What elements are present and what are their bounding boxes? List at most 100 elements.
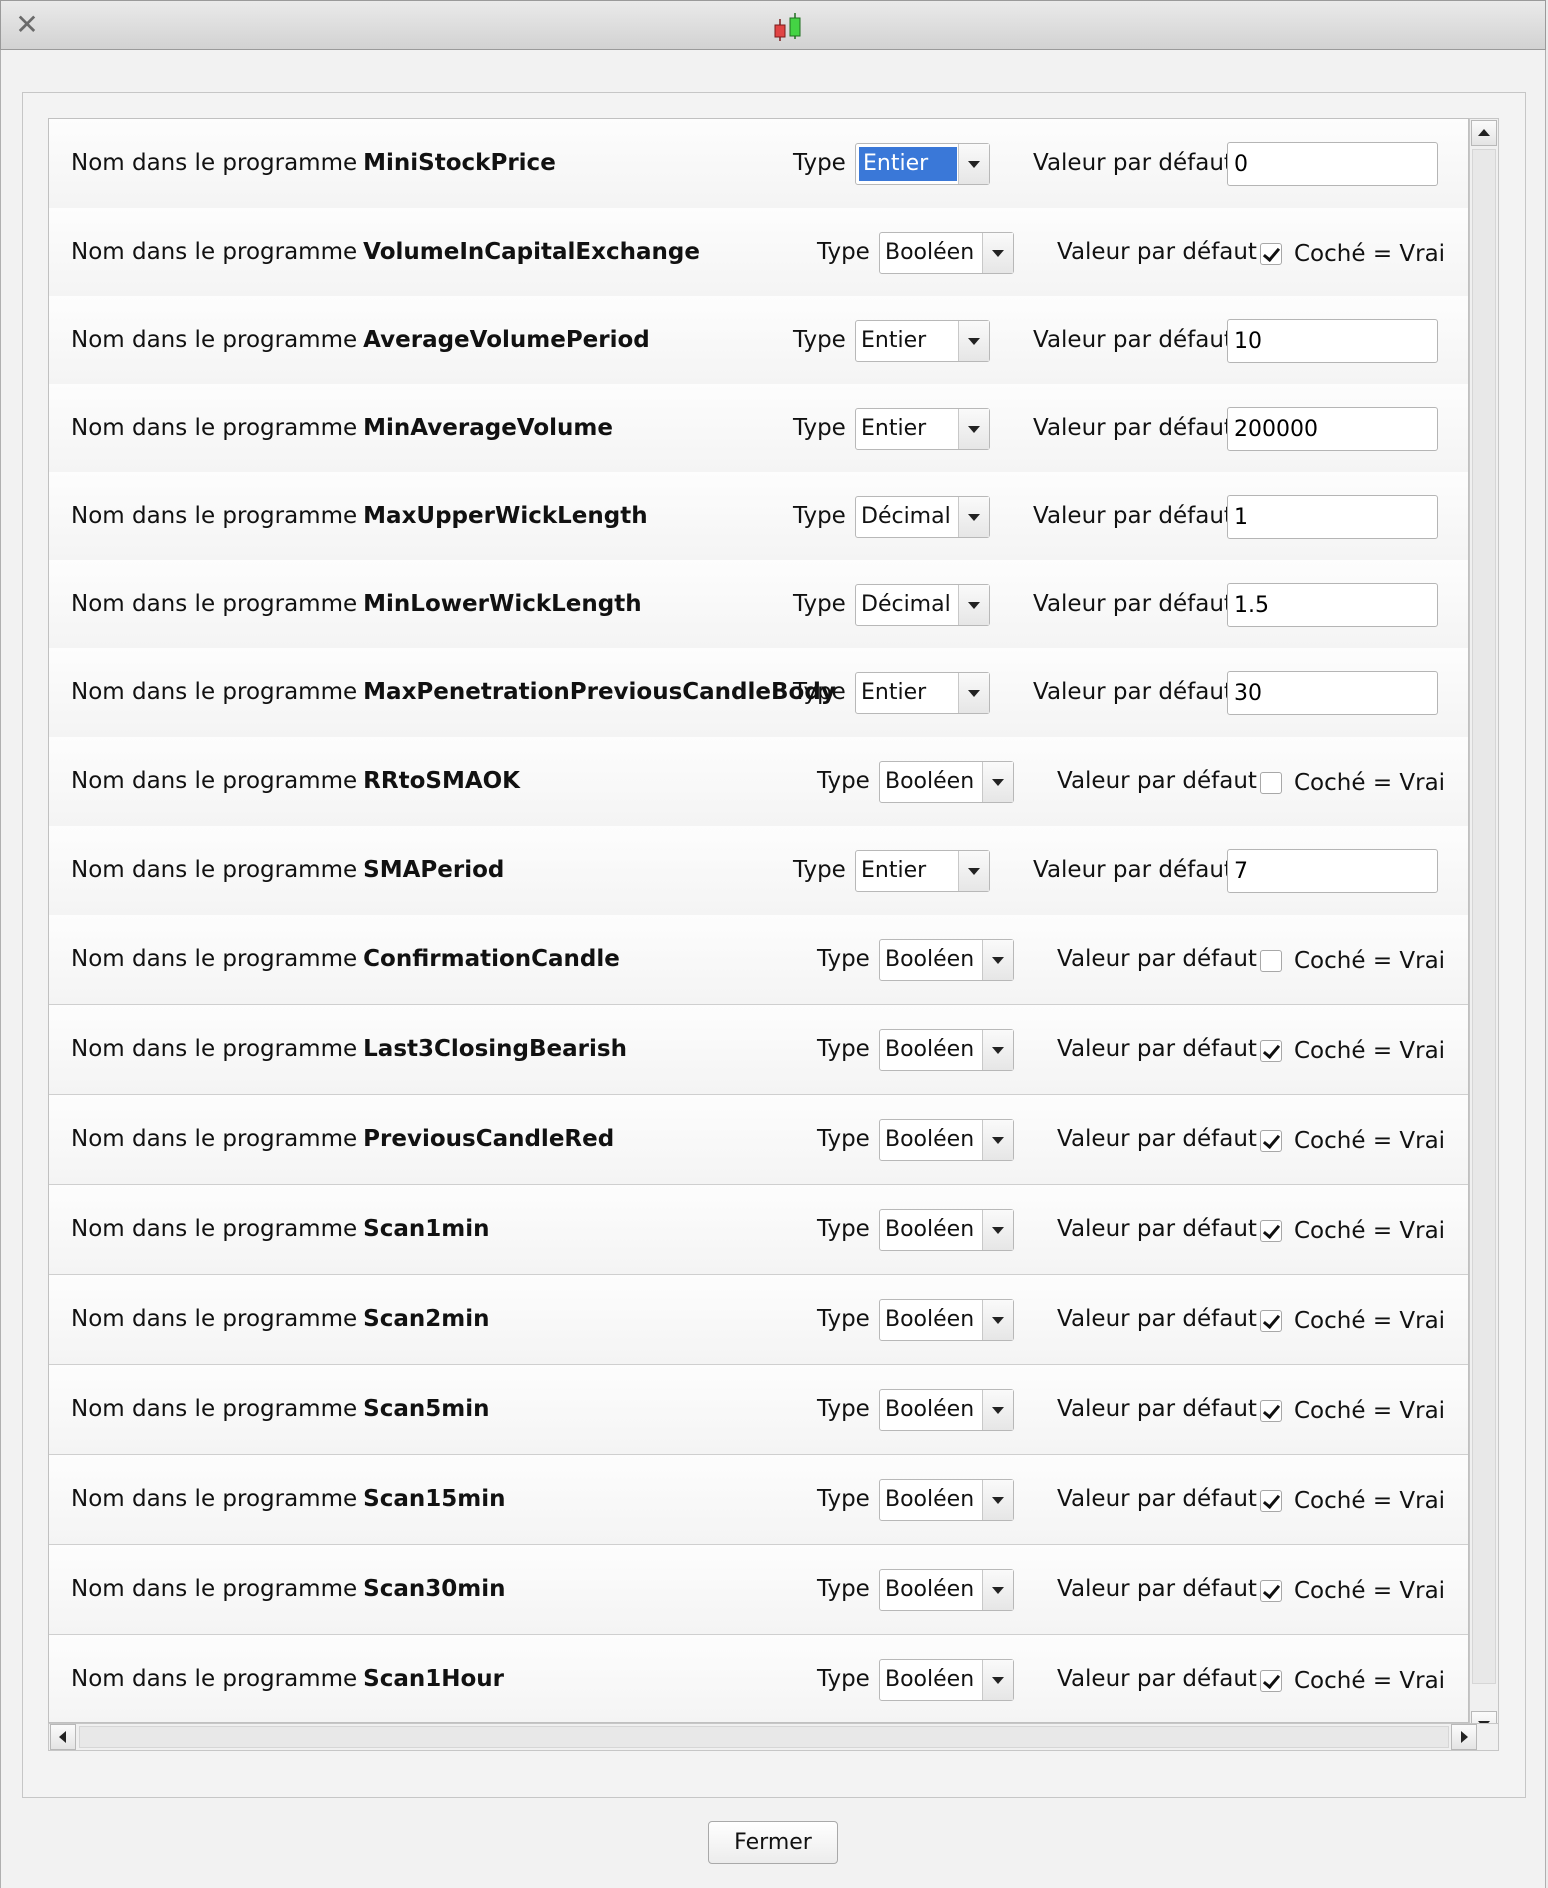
parameter-name-label: Nom dans le programme VolumeInCapitalExch…	[71, 208, 700, 296]
type-select[interactable]: Booléen	[879, 1209, 1014, 1251]
type-select[interactable]: Décimal	[855, 584, 990, 626]
type-select-value: Booléen	[885, 1127, 975, 1152]
type-select[interactable]: Entier	[855, 672, 990, 714]
type-select[interactable]: Entier	[855, 320, 990, 362]
default-value-checkbox[interactable]	[1260, 1220, 1282, 1242]
name-prefix: Nom dans le programme	[71, 1396, 358, 1422]
type-select-value: Booléen	[885, 1667, 975, 1692]
parameter-name-label: Nom dans le programme MiniStockPrice	[71, 119, 556, 207]
type-select[interactable]: Booléen	[879, 939, 1014, 981]
chevron-down-icon[interactable]	[958, 144, 989, 184]
default-value-checkbox[interactable]	[1260, 1130, 1282, 1152]
type-select[interactable]: Booléen	[879, 1569, 1014, 1611]
type-select[interactable]: Booléen	[879, 1029, 1014, 1071]
chevron-down-icon[interactable]	[958, 673, 989, 713]
type-select[interactable]: Entier	[855, 143, 990, 185]
type-select[interactable]: Booléen	[879, 232, 1014, 274]
chevron-down-icon[interactable]	[982, 940, 1013, 980]
type-label: Type	[793, 327, 846, 353]
chevron-down-icon[interactable]	[982, 1480, 1013, 1520]
chevron-down-icon[interactable]	[982, 1120, 1013, 1160]
default-value-input[interactable]	[1227, 319, 1438, 363]
type-select[interactable]: Entier	[855, 850, 990, 892]
type-select-value: Booléen	[885, 769, 975, 794]
checkbox-label: Coché = Vrai	[1294, 1308, 1446, 1334]
chevron-down-icon[interactable]	[982, 1210, 1013, 1250]
parameter-name: MaxPenetrationPreviousCandleBody	[363, 679, 836, 705]
type-select[interactable]: Booléen	[879, 1659, 1014, 1701]
parameter-row: Nom dans le programme Scan30min Type Boolée…	[49, 1545, 1468, 1635]
vertical-scrollbar[interactable]	[1469, 118, 1499, 1738]
chevron-down-icon[interactable]	[958, 497, 989, 537]
default-value-input[interactable]	[1227, 671, 1438, 715]
parameter-row: Nom dans le programme MinAverageVolume Typ…	[49, 384, 1468, 474]
type-select[interactable]: Booléen	[879, 1119, 1014, 1161]
parameter-name: RRtoSMAOK	[363, 768, 521, 794]
scroll-right-button[interactable]	[1451, 1724, 1477, 1750]
default-value-label: Valeur par défaut	[1033, 857, 1233, 883]
default-value-checkbox[interactable]	[1260, 1040, 1282, 1062]
default-value-input[interactable]	[1227, 407, 1438, 451]
default-value-checkbox[interactable]	[1260, 1400, 1282, 1422]
default-value-input[interactable]	[1227, 849, 1438, 893]
parameter-name-label: Nom dans le programme MinAverageVolume	[71, 384, 613, 472]
default-value-checkbox[interactable]	[1260, 772, 1282, 794]
chevron-down-icon[interactable]	[958, 409, 989, 449]
parameter-name: ConfirmationCandle	[363, 946, 620, 972]
chevron-down-icon[interactable]	[958, 851, 989, 891]
parameter-name: AverageVolumePeriod	[363, 327, 650, 353]
parameter-name: MaxUpperWickLength	[363, 503, 648, 529]
type-select[interactable]: Booléen	[879, 761, 1014, 803]
chevron-down-icon[interactable]	[982, 1300, 1013, 1340]
parameter-name: PreviousCandleRed	[363, 1126, 615, 1152]
default-value-checkbox[interactable]	[1260, 1670, 1282, 1692]
type-select[interactable]: Booléen	[879, 1479, 1014, 1521]
type-select[interactable]: Booléen	[879, 1389, 1014, 1431]
scroll-left-button[interactable]	[50, 1724, 76, 1750]
chevron-down-icon[interactable]	[982, 1030, 1013, 1070]
checkbox-label: Coché = Vrai	[1294, 1038, 1446, 1064]
parameter-name: Scan30min	[363, 1576, 506, 1602]
default-value-input[interactable]	[1227, 583, 1438, 627]
chevron-down-icon[interactable]	[982, 233, 1013, 273]
type-select-value: Booléen	[885, 1487, 975, 1512]
chevron-down-icon[interactable]	[982, 1660, 1013, 1700]
close-button[interactable]: Fermer	[708, 1821, 838, 1864]
default-value-checkbox[interactable]	[1260, 950, 1282, 972]
close-icon[interactable]: ✕	[13, 11, 41, 39]
default-value-input[interactable]	[1227, 495, 1438, 539]
chevron-down-icon[interactable]	[982, 762, 1013, 802]
parameter-name-label: Nom dans le programme Scan30min	[71, 1545, 505, 1633]
type-select[interactable]: Booléen	[879, 1299, 1014, 1341]
checkbox-label: Coché = Vrai	[1294, 1668, 1446, 1694]
horizontal-scroll-thumb[interactable]	[79, 1726, 1449, 1748]
chevron-down-icon[interactable]	[982, 1570, 1013, 1610]
scroll-up-button[interactable]	[1471, 120, 1497, 146]
default-value-checkbox[interactable]	[1260, 1310, 1282, 1332]
chevron-down-icon[interactable]	[958, 321, 989, 361]
parameter-name: MiniStockPrice	[363, 150, 556, 176]
vertical-scroll-thumb[interactable]	[1472, 149, 1496, 1684]
type-select-value: Booléen	[885, 1307, 975, 1332]
default-value-label: Valeur par défaut	[1057, 946, 1257, 972]
default-value-checkbox[interactable]	[1260, 243, 1282, 265]
parameter-name-label: Nom dans le programme PreviousCandleRed	[71, 1095, 614, 1183]
default-value-input[interactable]	[1227, 142, 1438, 186]
type-select-value: Booléen	[885, 947, 975, 972]
type-label: Type	[817, 239, 870, 265]
default-value-label: Valeur par défaut	[1057, 768, 1257, 794]
type-select-value: Entier	[861, 328, 927, 353]
type-select[interactable]: Décimal	[855, 496, 990, 538]
type-select[interactable]: Entier	[855, 408, 990, 450]
chevron-down-icon[interactable]	[958, 585, 989, 625]
checkbox-label: Coché = Vrai	[1294, 948, 1446, 974]
default-value-checkbox[interactable]	[1260, 1580, 1282, 1602]
chevron-down-icon[interactable]	[982, 1390, 1013, 1430]
default-value-label: Valeur par défaut	[1057, 1486, 1257, 1512]
type-label: Type	[793, 503, 846, 529]
type-label: Type	[817, 1216, 870, 1242]
default-value-checkbox[interactable]	[1260, 1490, 1282, 1512]
parameter-row: Nom dans le programme MaxUpperWickLength T…	[49, 472, 1468, 562]
type-label: Type	[817, 1576, 870, 1602]
horizontal-scrollbar[interactable]	[48, 1723, 1499, 1751]
